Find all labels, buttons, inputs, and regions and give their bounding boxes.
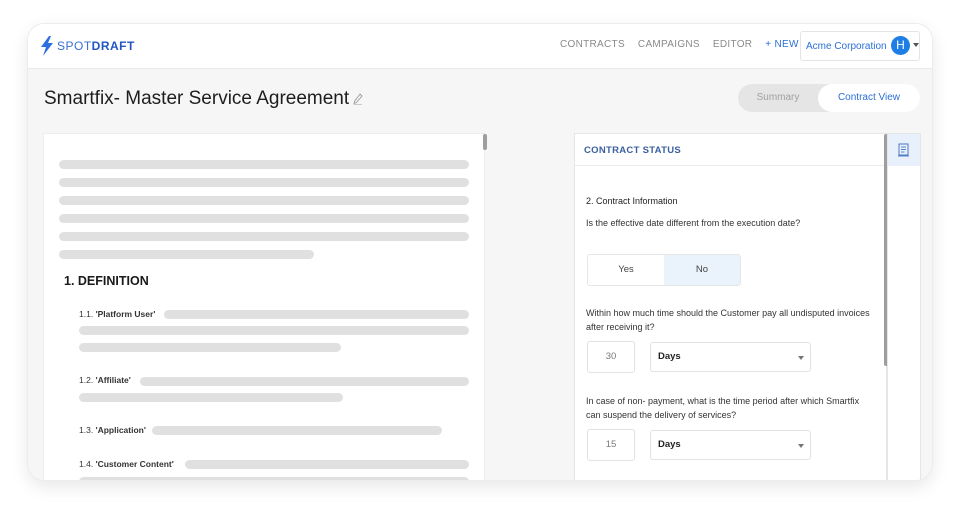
text-placeholder-line: [79, 326, 469, 335]
nav-campaigns[interactable]: CAMPAIGNS: [638, 39, 700, 50]
definition-1-3: 1.3. 'Application': [79, 425, 146, 435]
suspension-unit-select[interactable]: Days: [650, 430, 811, 460]
caret-down-icon: [798, 356, 804, 360]
question-suspension-period: In case of non- payment, what is the tim…: [586, 396, 860, 420]
text-placeholder-line: [79, 343, 341, 352]
question-effective-date: Is the effective date different from the…: [586, 218, 801, 228]
text-placeholder-line: [59, 196, 469, 205]
payment-days-input[interactable]: 30: [587, 341, 635, 373]
nav-contracts[interactable]: CONTRACTS: [560, 39, 625, 50]
suspension-days-input[interactable]: 15: [587, 429, 635, 461]
view-toggle: Summary Contract View: [738, 84, 920, 112]
text-placeholder-line: [164, 310, 469, 319]
organization-name: Acme Corporation: [806, 40, 887, 52]
logo-text-spot: SPOT: [57, 39, 92, 53]
caret-down-icon: [913, 43, 919, 47]
text-placeholder-line: [59, 214, 469, 223]
text-placeholder-line: [140, 377, 469, 386]
definition-term: 'Affiliate': [95, 375, 131, 385]
definition-1-2: 1.2. 'Affiliate': [79, 375, 131, 385]
spotdraft-logo[interactable]: SPOTDRAFT: [40, 36, 135, 56]
logo-text-draft: DRAFT: [91, 39, 135, 53]
nav-editor[interactable]: EDITOR: [713, 39, 752, 50]
nav-new-button[interactable]: + NEW: [765, 39, 798, 50]
suspension-unit-value: Days: [658, 439, 681, 450]
lightning-logo-icon: [41, 36, 53, 56]
yes-option-button[interactable]: Yes: [588, 255, 664, 285]
pencil-edit-icon[interactable]: [353, 93, 363, 105]
document-scrollbar[interactable]: [483, 134, 487, 150]
section-label: 2. Contract Information: [586, 196, 678, 206]
contract-status-tab[interactable]: [888, 134, 920, 166]
definition-1-4: 1.4. 'Customer Content': [79, 459, 174, 469]
text-placeholder-line: [59, 250, 314, 259]
tab-summary[interactable]: Summary: [738, 84, 818, 112]
main-nav: CONTRACTS CAMPAIGNS EDITOR + NEW: [560, 39, 812, 50]
caret-down-icon: [798, 444, 804, 448]
tab-contract-view[interactable]: Contract View: [818, 84, 920, 112]
payment-unit-value: Days: [658, 351, 681, 362]
page-title: Smartfix- Master Service Agreement: [44, 88, 350, 109]
text-placeholder-line: [79, 477, 469, 480]
side-rail: [888, 134, 920, 480]
user-avatar[interactable]: H: [891, 36, 910, 55]
effective-date-toggle: Yes No: [587, 254, 741, 286]
definition-term: 'Platform User': [95, 309, 156, 319]
text-placeholder-line: [59, 160, 469, 169]
definition-term: 'Application': [95, 425, 146, 435]
organization-switcher[interactable]: Acme Corporation H: [800, 31, 920, 61]
definition-1-1: 1.1. 'Platform User': [79, 309, 156, 319]
text-placeholder-line: [59, 232, 469, 241]
contract-status-title: CONTRACT STATUS: [584, 145, 682, 156]
text-placeholder-line: [152, 426, 442, 435]
no-option-button[interactable]: No: [664, 255, 740, 285]
document-list-icon: [898, 143, 909, 157]
text-placeholder-line: [185, 460, 469, 469]
definition-term: 'Customer Content': [95, 459, 174, 469]
contract-status-header: CONTRACT STATUS: [575, 134, 886, 166]
section-heading-definition: 1. DEFINITION: [64, 274, 149, 288]
question-payment-time: Within how much time should the Customer…: [586, 308, 870, 332]
contract-status-panel: CONTRACT STATUS 2. Contract Information …: [575, 134, 886, 480]
top-navbar: SPOTDRAFT CONTRACTS CAMPAIGNS EDITOR + N…: [28, 24, 932, 69]
document-panel: 1.1. 'Platform User' 1.2. 'Affiliate' 1.…: [44, 134, 484, 480]
payment-unit-select[interactable]: Days: [650, 342, 811, 372]
text-placeholder-line: [79, 393, 343, 402]
app-window: SPOTDRAFT CONTRACTS CAMPAIGNS EDITOR + N…: [28, 24, 932, 480]
text-placeholder-line: [59, 178, 469, 187]
